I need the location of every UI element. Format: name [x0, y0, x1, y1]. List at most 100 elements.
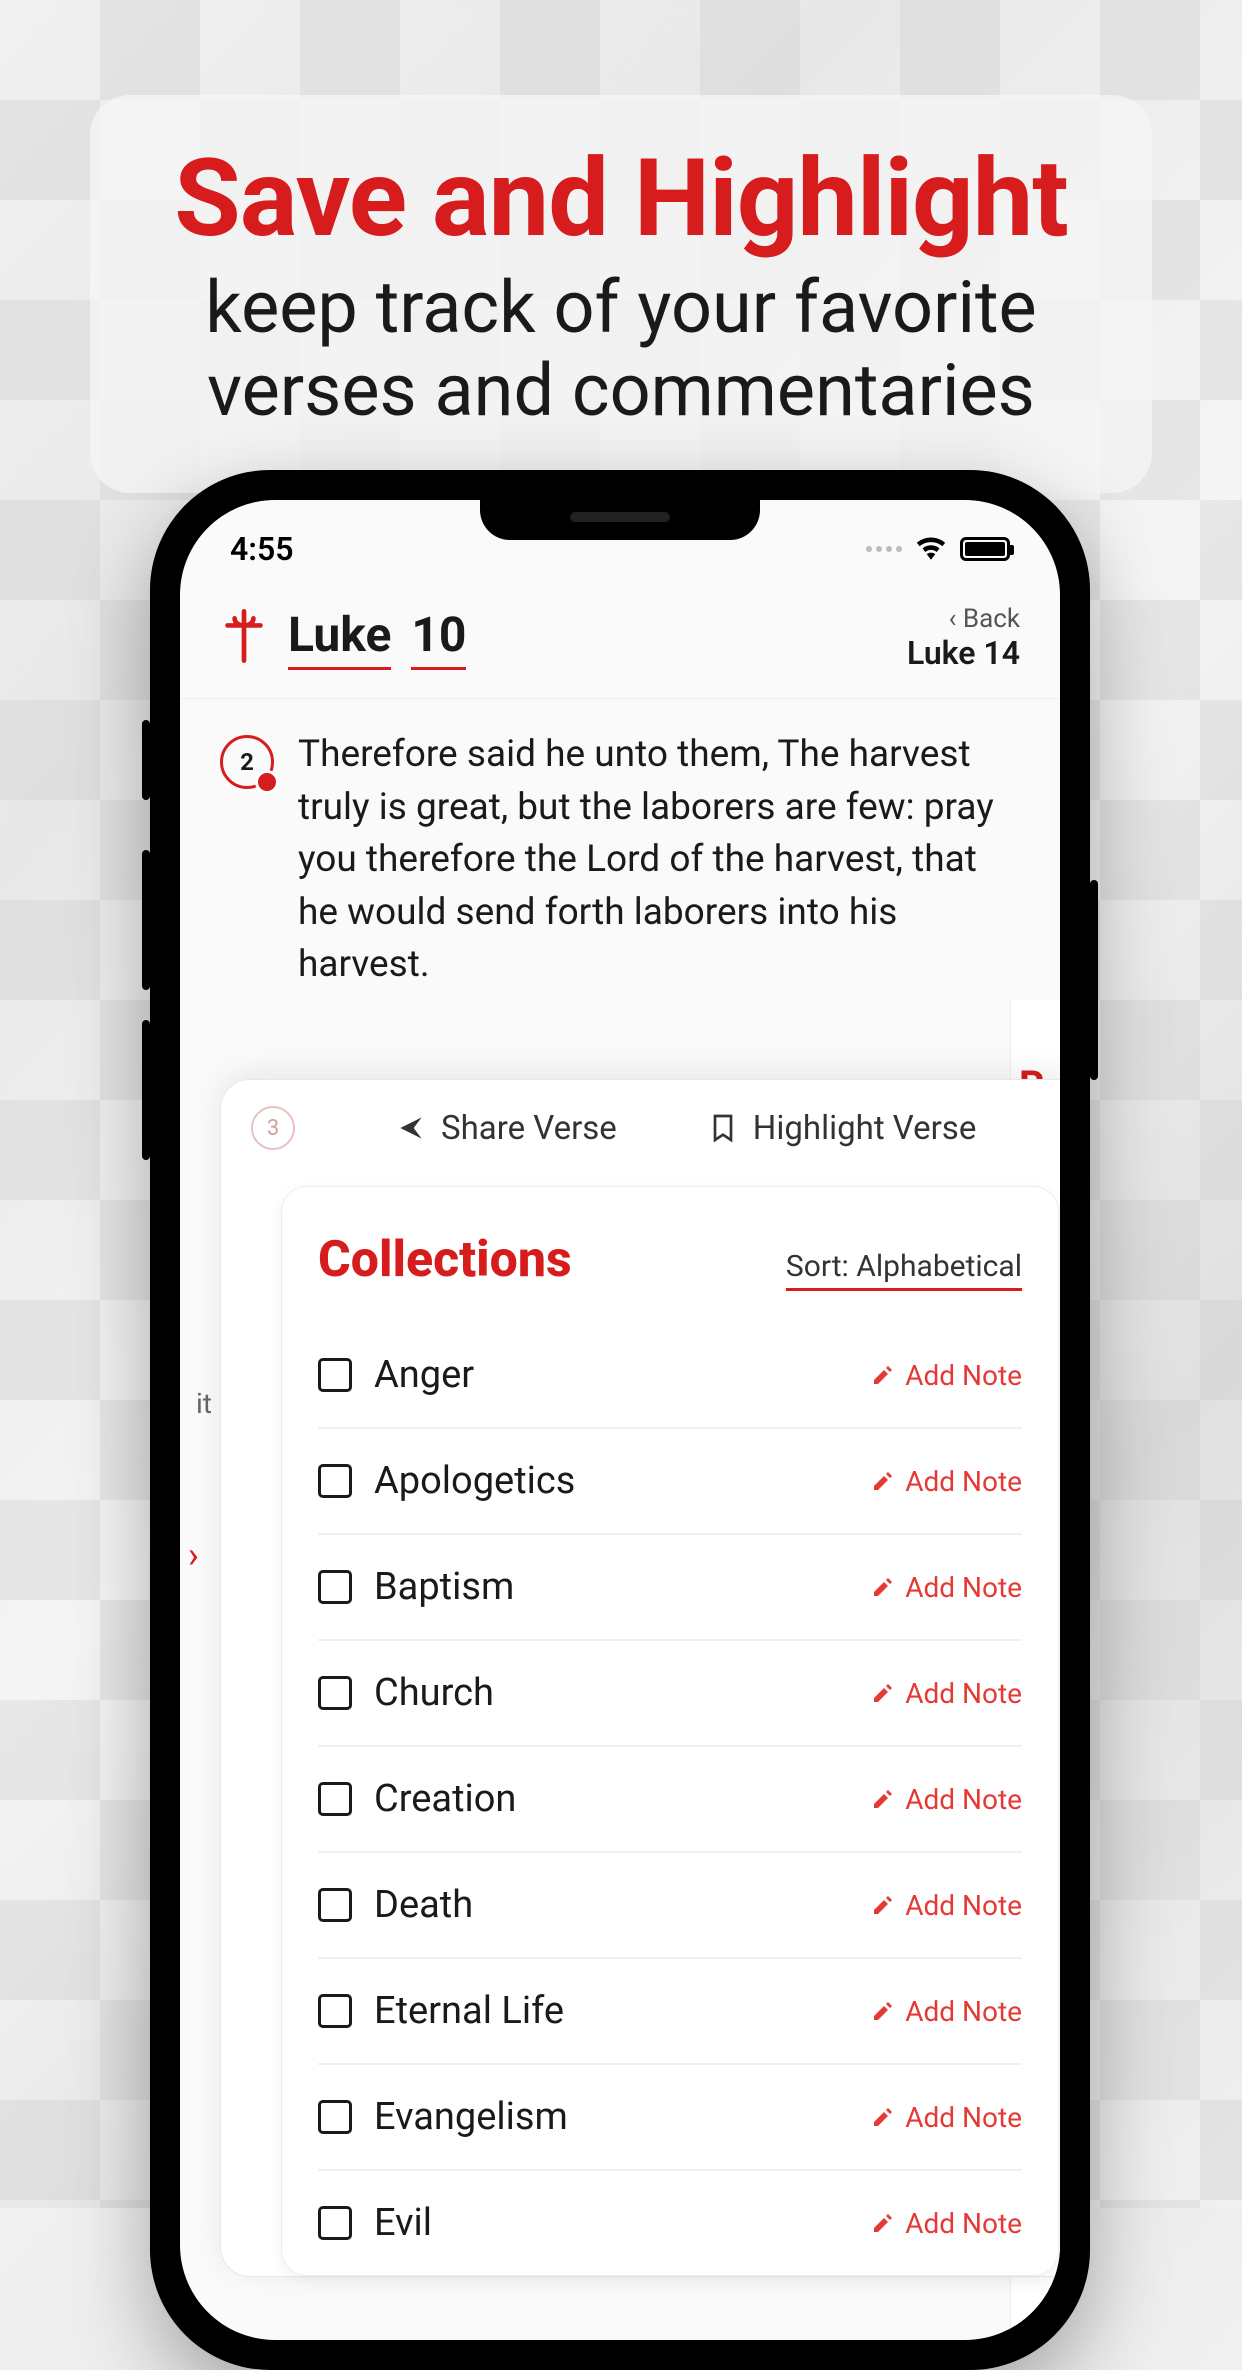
add-note-label: Add Note [905, 1783, 1022, 1816]
add-note-label: Add Note [905, 1359, 1022, 1392]
popover-verse-number: 3 [251, 1106, 295, 1150]
add-note-button[interactable]: Add Note [871, 1571, 1022, 1604]
add-note-button[interactable]: Add Note [871, 1995, 1022, 2028]
back-nav[interactable]: ‹ Back Luke 14 [907, 604, 1020, 672]
back-reference: Luke 14 [907, 634, 1020, 672]
collection-checkbox[interactable] [318, 1464, 352, 1498]
collections-title: Collections [318, 1231, 572, 1289]
status-time: 4:55 [230, 530, 294, 568]
collection-name: Baptism [374, 1565, 514, 1609]
add-note-button[interactable]: Add Note [871, 1677, 1022, 1710]
add-note-button[interactable]: Add Note [871, 2207, 1022, 2240]
promo-title: Save and Highlight [130, 145, 1112, 253]
collection-checkbox[interactable] [318, 2100, 352, 2134]
collection-row[interactable]: Creation Add Note [318, 1747, 1022, 1853]
book-name[interactable]: Luke [288, 606, 391, 670]
chapter-number[interactable]: 10 [411, 606, 466, 670]
share-icon [395, 1112, 427, 1144]
collection-name: Death [374, 1883, 473, 1927]
status-right [866, 530, 1010, 568]
highlight-label: Highlight Verse [753, 1109, 977, 1148]
share-verse-button[interactable]: Share Verse [395, 1109, 617, 1148]
add-note-button[interactable]: Add Note [871, 2101, 1022, 2134]
edit-icon [871, 1787, 895, 1811]
collections-header: Collections Sort: Alphabetical [318, 1231, 1022, 1291]
add-note-label: Add Note [905, 1995, 1022, 2028]
collection-row[interactable]: Church Add Note [318, 1641, 1022, 1747]
add-note-label: Add Note [905, 1465, 1022, 1498]
phone-speaker [570, 512, 670, 522]
back-label: ‹ Back [907, 604, 1020, 634]
collection-checkbox[interactable] [318, 2206, 352, 2240]
verse-action-popover: 3 Share Verse Highlight Verse Collection… [220, 1079, 1060, 2277]
collection-name: Creation [374, 1777, 516, 1821]
promo-banner: Save and Highlight keep track of your fa… [90, 95, 1152, 493]
collection-row[interactable]: Eternal Life Add Note [318, 1959, 1022, 2065]
battery-icon [960, 537, 1010, 561]
collection-checkbox[interactable] [318, 1358, 352, 1392]
cross-icon[interactable] [220, 609, 268, 667]
collection-name: Eternal Life [374, 1989, 564, 2033]
edit-icon [871, 1893, 895, 1917]
edit-icon [871, 1575, 895, 1599]
collection-left: Anger [318, 1353, 474, 1397]
bookmark-icon [707, 1112, 739, 1144]
collection-name: Anger [374, 1353, 474, 1397]
sort-button[interactable]: Sort: Alphabetical [786, 1249, 1022, 1291]
highlight-verse-button[interactable]: Highlight Verse [707, 1109, 977, 1148]
phone-screen: 4:55 Luke 10 [180, 500, 1060, 2340]
collection-row[interactable]: Evangelism Add Note [318, 2065, 1022, 2171]
add-note-button[interactable]: Add Note [871, 1359, 1022, 1392]
cell-signal-icon [866, 546, 902, 552]
edit-icon [871, 2211, 895, 2235]
collection-left: Evangelism [318, 2095, 568, 2139]
nav-left: Luke 10 [220, 606, 466, 670]
nav-header: Luke 10 ‹ Back Luke 14 [180, 586, 1060, 699]
collection-left: Church [318, 1671, 494, 1715]
collection-checkbox[interactable] [318, 1782, 352, 1816]
add-note-button[interactable]: Add Note [871, 1783, 1022, 1816]
collection-row[interactable]: Baptism Add Note [318, 1535, 1022, 1641]
verse-body: 2 Therefore said he unto them, The harve… [180, 699, 1060, 992]
add-note-label: Add Note [905, 1889, 1022, 1922]
verse-number-badge[interactable]: 2 [220, 735, 274, 789]
add-note-label: Add Note [905, 1677, 1022, 1710]
collection-name: Church [374, 1671, 494, 1715]
chevron-right-icon[interactable]: › [188, 1534, 199, 1576]
collection-left: Eternal Life [318, 1989, 564, 2033]
edit-icon [871, 1681, 895, 1705]
collection-checkbox[interactable] [318, 1570, 352, 1604]
collection-name: Apologetics [374, 1459, 575, 1503]
share-label: Share Verse [441, 1109, 617, 1148]
truncated-text: it [196, 1387, 212, 1420]
collections-list: Anger Add Note Apologetics Add Note Baptism A… [318, 1323, 1022, 2275]
verse-row[interactable]: 2 Therefore said he unto them, The harve… [220, 729, 1020, 992]
collection-row[interactable]: Apologetics Add Note [318, 1429, 1022, 1535]
collection-row[interactable]: Anger Add Note [318, 1323, 1022, 1429]
promo-subtitle: keep track of your favorite verses and c… [130, 267, 1112, 433]
edit-icon [871, 2105, 895, 2129]
edit-icon [871, 1469, 895, 1493]
add-note-button[interactable]: Add Note [871, 1889, 1022, 1922]
wifi-icon [914, 530, 948, 568]
verse-text[interactable]: Therefore said he unto them, The harvest… [298, 729, 1020, 992]
phone-button [1090, 880, 1098, 1080]
phone-button [142, 850, 150, 990]
collection-checkbox[interactable] [318, 1994, 352, 2028]
phone-button [142, 720, 150, 800]
collection-left: Creation [318, 1777, 516, 1821]
add-note-button[interactable]: Add Note [871, 1465, 1022, 1498]
media-indicator-icon [255, 770, 279, 794]
collection-checkbox[interactable] [318, 1676, 352, 1710]
collection-checkbox[interactable] [318, 1888, 352, 1922]
add-note-label: Add Note [905, 1571, 1022, 1604]
add-note-label: Add Note [905, 2207, 1022, 2240]
add-note-label: Add Note [905, 2101, 1022, 2134]
book-chapter-selector[interactable]: Luke 10 [288, 606, 466, 670]
collection-row[interactable]: EvilAdd Note [318, 2171, 1022, 2275]
collections-card: Collections Sort: Alphabetical Anger Add … [281, 1186, 1059, 2276]
phone-button [142, 1020, 150, 1160]
edit-icon [871, 1363, 895, 1387]
collection-row[interactable]: Death Add Note [318, 1853, 1022, 1959]
collection-left: Baptism [318, 1565, 514, 1609]
